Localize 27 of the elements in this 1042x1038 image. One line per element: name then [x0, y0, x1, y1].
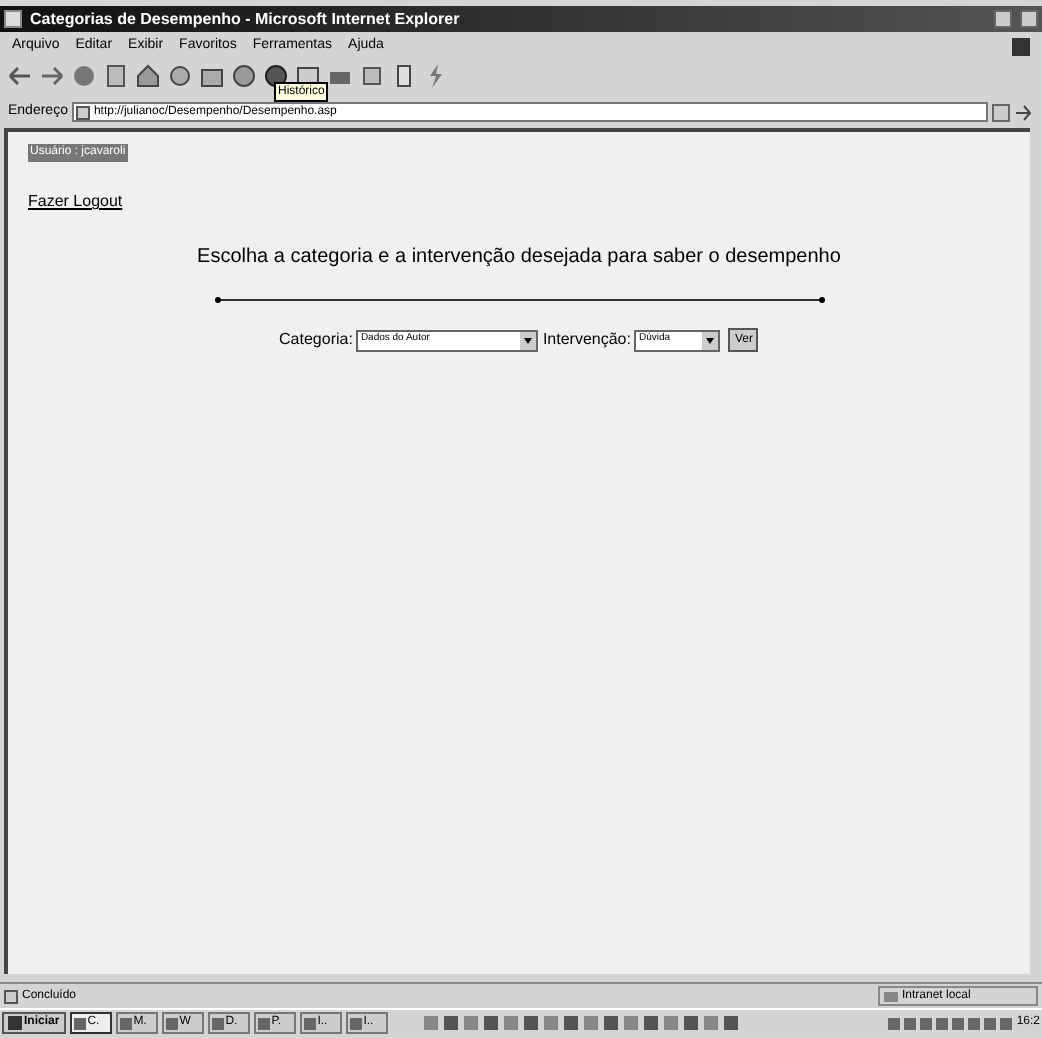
dropdown-button[interactable] — [992, 103, 1010, 121]
forward-arrow-icon[interactable] — [40, 63, 64, 87]
window-icon — [257, 1017, 270, 1029]
tray-icons-drawing — [888, 1015, 1013, 1031]
go-arrow-icon[interactable] — [1014, 103, 1034, 121]
heading: Escolha a categoria e a intervenção desejada para saber o desempenho — [197, 244, 841, 272]
window-icon — [165, 1017, 178, 1029]
home-icon[interactable] — [136, 63, 160, 87]
window-icon — [73, 1017, 86, 1029]
window-icon — [119, 1017, 132, 1029]
minimize-button[interactable] — [994, 10, 1012, 28]
caret-icon — [520, 331, 537, 349]
field-label: Categoria: — [279, 328, 353, 352]
page-icon — [75, 105, 90, 119]
field-label: Intervenção: — [542, 328, 631, 352]
window-icon — [349, 1017, 362, 1029]
page-icon — [4, 10, 22, 28]
back-arrow-icon[interactable] — [8, 63, 32, 87]
window-icon — [211, 1017, 224, 1029]
caret-icon — [702, 331, 719, 349]
maximize-button[interactable] — [1020, 10, 1038, 28]
lightning-icon[interactable] — [424, 63, 448, 87]
window-title: Categorias de Desempenho - Microsoft Internet Explorer — [30, 7, 460, 31]
document-icon[interactable] — [392, 63, 416, 87]
window-icon — [303, 1017, 316, 1029]
logout-link[interactable]: Fazer Logout — [28, 190, 123, 214]
quick-launch-icons-drawing[interactable] — [423, 1014, 738, 1032]
